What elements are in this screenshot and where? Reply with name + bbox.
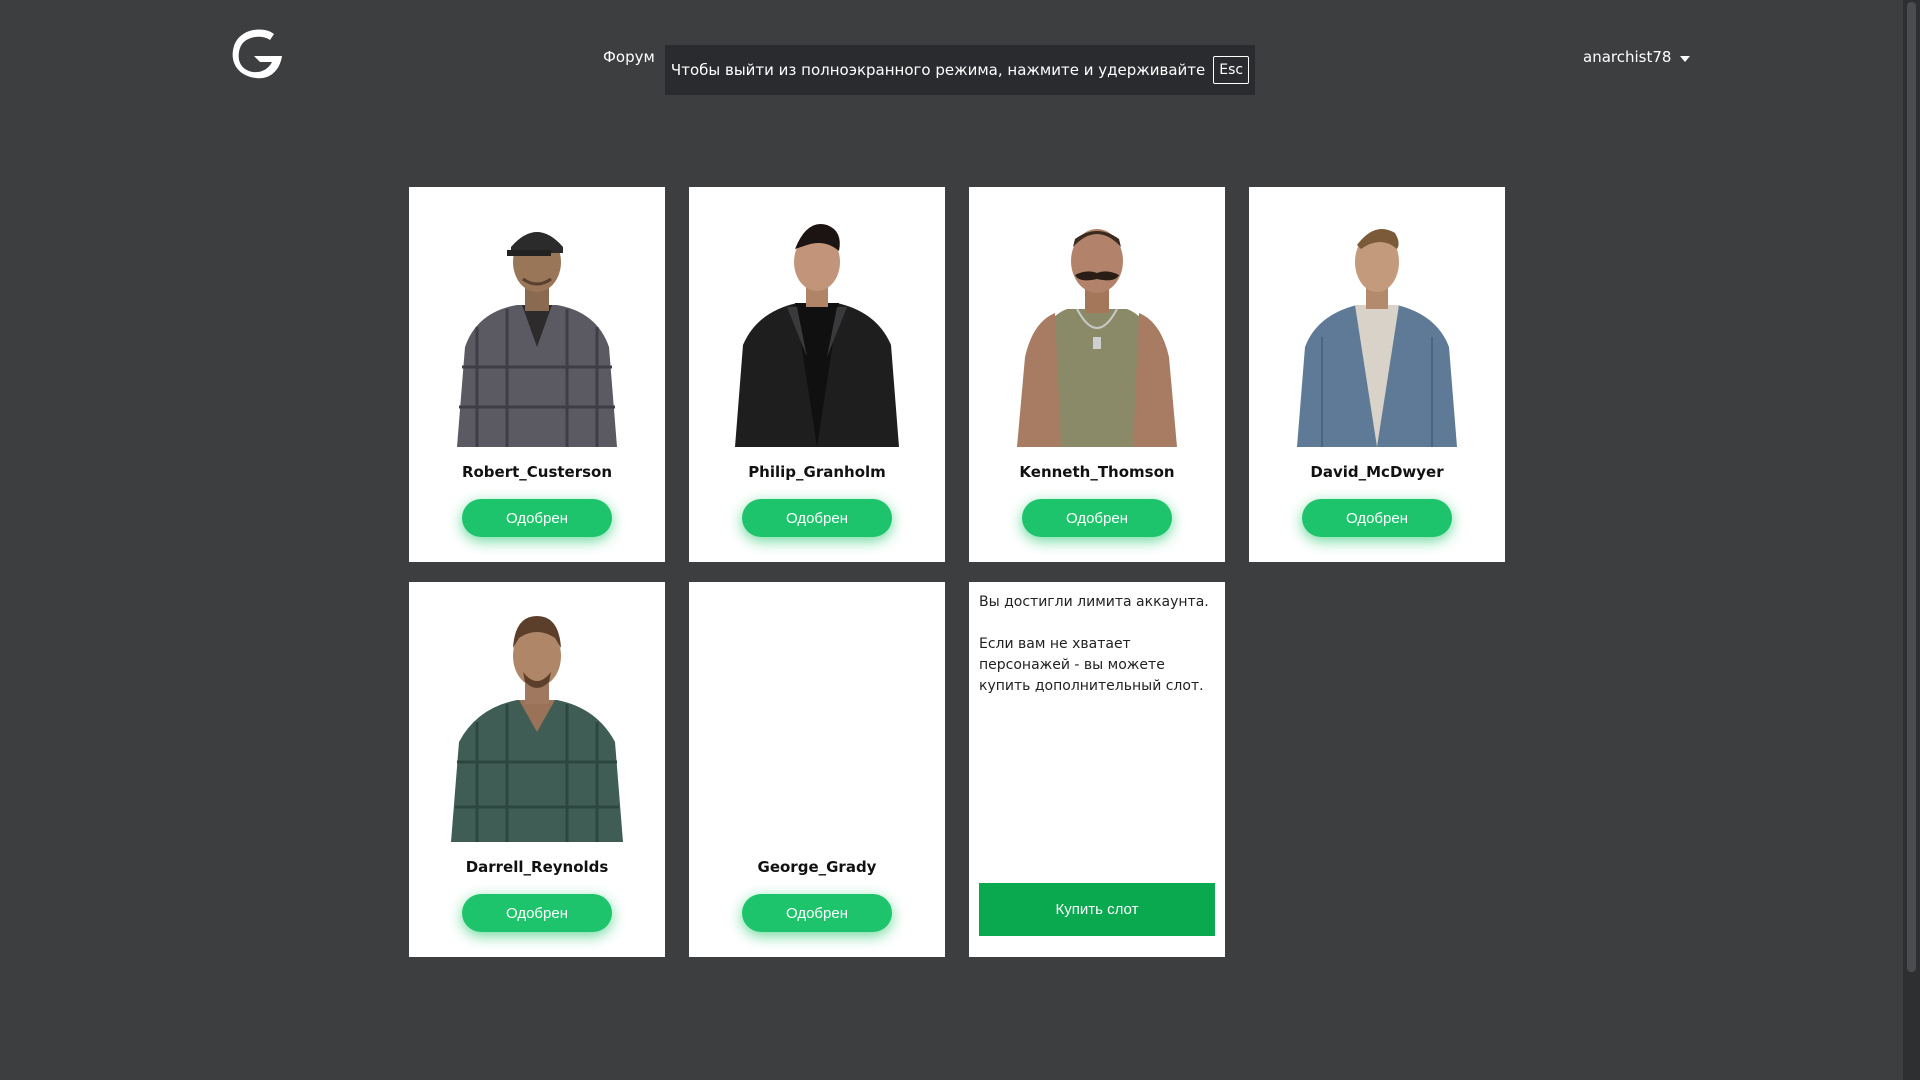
character-name: George_Grady <box>757 858 877 876</box>
username: anarchist78 <box>1583 48 1672 66</box>
character-name: Philip_Granholm <box>748 463 886 481</box>
logo-icon[interactable] <box>226 26 286 82</box>
approved-status-button[interactable]: Одобрен <box>1302 499 1452 537</box>
character-portrait <box>735 224 899 447</box>
character-card[interactable]: Robert_Custerson Одобрен <box>409 187 665 562</box>
esc-key-badge: Esc <box>1213 56 1250 84</box>
character-portrait <box>1297 229 1457 447</box>
character-select-page: Форум Чтобы выйти из полноэкранного режи… <box>0 0 1920 1080</box>
approved-status-button[interactable]: Одобрен <box>742 499 892 537</box>
character-grid: Robert_Custerson Одобрен Philip_Granholm… <box>409 187 1509 957</box>
approved-status-button[interactable]: Одобрен <box>462 499 612 537</box>
character-name: Robert_Custerson <box>461 463 613 481</box>
character-card[interactable]: Darrell_Reynolds Одобрен <box>409 582 665 957</box>
buy-slot-button[interactable]: Купить слот <box>979 883 1215 936</box>
character-portrait-empty <box>717 612 917 842</box>
character-name: Darrell_Reynolds <box>465 858 609 876</box>
nav-forum-link[interactable]: Форум <box>603 48 655 66</box>
character-card[interactable]: George_Grady Одобрен <box>689 582 945 957</box>
scrollbar-thumb[interactable] <box>1907 2 1916 972</box>
user-menu[interactable]: anarchist78 <box>1583 48 1691 66</box>
character-name: David_McDwyer <box>1310 463 1444 481</box>
character-portrait <box>1017 229 1177 447</box>
buy-slot-hint-text: Если вам не хватает персонажей - вы може… <box>979 636 1204 694</box>
chevron-down-icon <box>1680 56 1691 62</box>
approved-status-button[interactable]: Одобрен <box>742 894 892 932</box>
character-card[interactable]: Philip_Granholm Одобрен <box>689 187 945 562</box>
account-limit-card: Вы достигли лимита аккаунта. Если вам не… <box>969 582 1225 957</box>
fullscreen-notice-text: Чтобы выйти из полноэкранного режима, на… <box>670 61 1206 79</box>
character-portrait <box>457 232 617 447</box>
character-card[interactable]: Kenneth_Thomson Одобрен <box>969 187 1225 562</box>
limit-reached-text: Вы достигли лимита аккаунта. <box>979 594 1209 610</box>
character-portrait <box>451 616 623 842</box>
page-scrollbar[interactable] <box>1903 0 1920 1080</box>
character-card[interactable]: David_McDwyer Одобрен <box>1249 187 1505 562</box>
character-name: Kenneth_Thomson <box>1019 463 1175 481</box>
approved-status-button[interactable]: Одобрен <box>1022 499 1172 537</box>
approved-status-button[interactable]: Одобрен <box>462 894 612 932</box>
fullscreen-exit-notice: Чтобы выйти из полноэкранного режима, на… <box>665 45 1255 95</box>
